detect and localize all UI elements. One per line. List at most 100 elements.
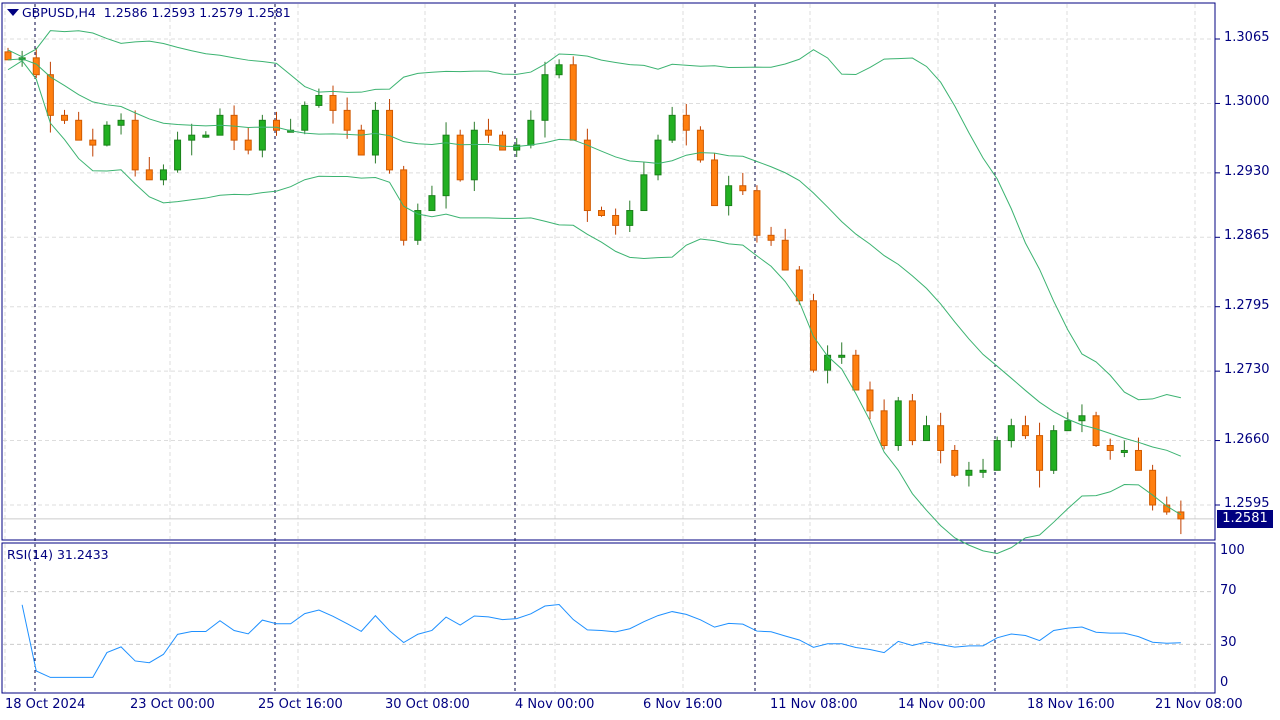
price-tick-label: 1.3065 — [1224, 30, 1270, 45]
rsi-panel-frame — [1, 542, 1216, 694]
candle-body — [852, 354, 860, 391]
candle-body — [244, 139, 252, 151]
candle-body — [46, 74, 54, 116]
candle-body — [159, 169, 167, 181]
price-tick-label: 1.3000 — [1224, 94, 1270, 110]
candle-body — [1036, 435, 1044, 471]
candle-body — [626, 210, 634, 226]
candle-body — [668, 114, 676, 141]
candle-body — [1092, 415, 1100, 447]
candle-body — [371, 109, 379, 156]
candle-body — [753, 190, 761, 236]
candle-body — [428, 195, 436, 212]
candle-body — [866, 389, 874, 412]
candle-body — [894, 400, 902, 447]
candle-body — [61, 114, 69, 121]
price-tick-label: 1.2865 — [1224, 228, 1270, 244]
candle-body — [188, 134, 196, 141]
candle-body — [456, 134, 464, 181]
candle-body — [103, 124, 111, 146]
candle-body — [1007, 425, 1015, 442]
candle-body — [315, 95, 323, 106]
candle-body — [1149, 469, 1157, 506]
price-tick-label: 1.2660 — [1224, 431, 1270, 447]
candle-body — [1021, 425, 1029, 437]
candle-body — [470, 129, 478, 181]
candle-body — [301, 104, 309, 131]
bollinger-middle — [7, 58, 1182, 457]
candle-body — [357, 129, 365, 156]
chart-title: GBPUSD,H4 1.2586 1.2593 1.2579 1.2581 — [22, 5, 291, 20]
candle-body — [696, 129, 704, 161]
candle-body — [1078, 415, 1086, 422]
candle-body — [951, 449, 959, 476]
candle-body — [484, 129, 492, 136]
candle-body — [541, 74, 549, 121]
candle-body — [612, 214, 620, 226]
candle-body — [993, 440, 1001, 471]
candle-body — [725, 185, 733, 207]
candle-body — [258, 119, 266, 151]
candle-body — [131, 119, 139, 171]
current-price-badge: 1.2581 — [1217, 510, 1273, 528]
candle-body — [386, 109, 394, 171]
candle-body — [145, 169, 153, 181]
candle-body — [937, 425, 945, 451]
rsi-label: RSI(14) 31.2433 — [7, 547, 109, 562]
candle-body — [598, 210, 605, 216]
candle-body — [838, 354, 846, 358]
candle-body — [400, 169, 408, 241]
time-tick-label: 11 Nov 08:00 — [770, 697, 858, 712]
time-tick-label: 4 Nov 00:00 — [515, 697, 595, 712]
rsi-tick-label: 0 — [1220, 675, 1229, 690]
time-tick-label: 23 Oct 00:00 — [130, 697, 215, 712]
candle-body — [1120, 449, 1128, 453]
rsi-tick-label: 100 — [1220, 543, 1245, 558]
candle-body — [1106, 445, 1114, 451]
candle-body — [682, 114, 690, 131]
candle-body — [640, 174, 648, 212]
main-panel-frame — [1, 2, 1216, 541]
candle-body — [767, 234, 775, 241]
candle-body — [555, 64, 563, 76]
candle-body — [343, 109, 351, 131]
candle-body — [880, 410, 888, 447]
candle-body — [965, 469, 973, 476]
candle-body — [569, 64, 577, 141]
candle-body — [174, 139, 182, 171]
time-tick-label: 25 Oct 16:00 — [258, 697, 343, 712]
candle-body — [908, 400, 916, 442]
candle-body — [979, 469, 987, 473]
rsi-tick-label: 30 — [1220, 635, 1237, 651]
candle-body — [654, 139, 662, 176]
candle-body — [117, 119, 125, 126]
candle-body — [202, 134, 210, 138]
bollinger-upper — [7, 30, 1181, 401]
candle-body — [89, 139, 97, 146]
candle-body — [414, 210, 422, 241]
time-tick-label: 6 Nov 16:00 — [643, 697, 723, 712]
symbol-menu-icon[interactable] — [7, 9, 19, 16]
candle-body — [1134, 449, 1142, 471]
time-tick-label: 18 Nov 16:00 — [1027, 697, 1115, 712]
chart-canvas — [1, 2, 1220, 694]
candle-body — [4, 51, 12, 61]
candle-body — [527, 119, 535, 146]
price-tick-label: 1.2795 — [1224, 297, 1270, 313]
time-tick-label: 21 Nov 08:00 — [1155, 697, 1243, 712]
candle-body — [583, 139, 591, 212]
candle-body — [272, 119, 280, 131]
candle-body — [781, 239, 789, 271]
price-tick-label: 1.2595 — [1224, 496, 1270, 511]
time-tick-label: 18 Oct 2024 — [5, 697, 86, 712]
price-tick-label: 1.2730 — [1224, 362, 1270, 378]
candle-body — [923, 425, 931, 442]
rsi-line — [21, 603, 1181, 678]
time-tick-label: 30 Oct 08:00 — [385, 697, 470, 712]
candle-body — [75, 119, 83, 141]
candle-body — [230, 114, 238, 141]
candle-body — [1050, 430, 1058, 471]
candle-body — [711, 159, 719, 207]
candle-body — [499, 134, 507, 151]
candle-body — [1064, 420, 1072, 432]
